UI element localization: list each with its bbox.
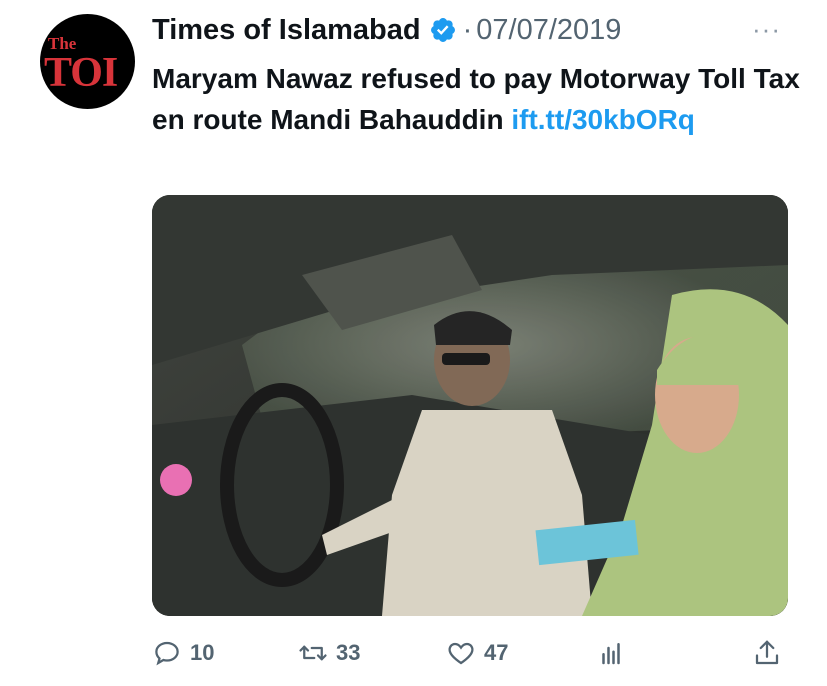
avatar[interactable]: The TOI — [40, 14, 135, 109]
reply-icon — [155, 641, 179, 666]
more-options-icon[interactable]: ··· — [752, 14, 781, 45]
tweet-header: Times of Islamabad · 07/07/2019 — [152, 10, 621, 50]
like-button[interactable]: 47 — [446, 633, 508, 673]
avatar-logo-text: TOI — [44, 50, 118, 96]
share-button[interactable] — [752, 633, 782, 673]
share-icon — [755, 640, 779, 665]
retweet-icon — [299, 645, 327, 661]
analytics-icon — [602, 643, 620, 665]
photo-car-interior — [152, 195, 788, 616]
retweet-button[interactable]: 33 — [298, 633, 360, 673]
reply-count: 10 — [190, 640, 215, 665]
tweet-photo[interactable] — [152, 195, 788, 616]
tweet-actions: 10 33 47 — [152, 633, 788, 673]
like-count: 47 — [484, 640, 509, 665]
author-name[interactable]: Times of Islamabad — [152, 14, 421, 47]
views-button[interactable] — [596, 633, 626, 673]
tweet-date[interactable]: 07/07/2019 — [476, 14, 621, 47]
heart-icon — [448, 642, 474, 665]
tweet-link[interactable]: ift.tt/30kbORq — [511, 104, 695, 135]
header-separator: · — [462, 13, 473, 46]
tweet-body: Maryam Nawaz refused to pay Motorway Tol… — [152, 63, 800, 135]
verified-badge-icon — [430, 18, 455, 42]
retweet-count: 33 — [336, 640, 361, 665]
reply-button[interactable]: 10 — [152, 633, 214, 673]
tweet-text: Maryam Nawaz refused to pay Motorway Tol… — [152, 58, 802, 140]
